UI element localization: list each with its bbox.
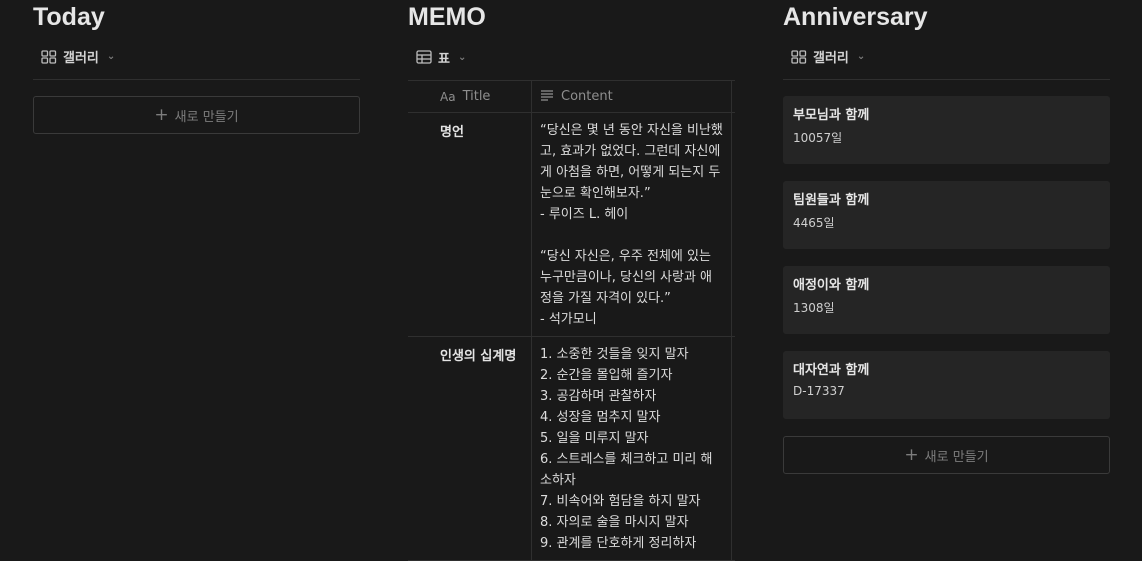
row-content[interactable]: 1. 소중한 것들을 잊지 말자 2. 순간을 몰입해 즐기자 3. 공감하며 … — [531, 337, 732, 560]
today-title[interactable]: Today — [33, 0, 360, 34]
lines-icon — [540, 89, 554, 105]
table-row[interactable]: 인생의 십계명 1. 소중한 것들을 잊지 말자 2. 순간을 몰입해 즐기자 … — [408, 337, 735, 561]
anniversary-view-label: 갤러리 — [813, 51, 849, 66]
chevron-down-icon: ⌄ — [106, 51, 116, 62]
gallery-icon — [791, 49, 807, 64]
column-label: Content — [561, 89, 613, 104]
card-value: D-17337 — [793, 384, 845, 398]
anniversary-viewbar: 갤러리 ⌄ — [783, 34, 1110, 80]
gallery-icon — [41, 49, 57, 64]
anniversary-view-tab[interactable]: 갤러리 ⌄ — [783, 47, 873, 66]
today-viewbar: 갤러리 ⌄ — [33, 34, 360, 80]
memo-view-tab[interactable]: 표 ⌄ — [408, 48, 474, 67]
card-title: 애정이와 함께 — [793, 278, 870, 293]
table-icon — [416, 50, 432, 64]
card-value: 4465일 — [793, 216, 835, 230]
anniversary-new-label: 새로 만들기 — [924, 449, 989, 465]
memo-title[interactable]: MEMO — [408, 0, 735, 34]
gallery-card[interactable]: 팀원들과 함께 4465일 — [783, 181, 1110, 249]
today-view-label: 갤러리 — [63, 51, 99, 66]
row-title[interactable]: 인생의 십계명 — [408, 337, 531, 560]
memo-view-label: 표 — [438, 51, 450, 67]
table-row[interactable]: 명언 “당신은 몇 년 동안 자신을 비난했고, 효과가 없었다. 그런데 자신… — [408, 113, 735, 337]
card-title: 부모님과 함께 — [793, 108, 870, 123]
memo-section: MEMO 표 ⌄ Aa Title Content 명언 “당신은 몇 년 동안… — [408, 0, 735, 561]
card-title: 팀원들과 함께 — [793, 193, 870, 208]
anniversary-new-button[interactable]: + 새로 만들기 — [783, 436, 1110, 474]
today-new-label: 새로 만들기 — [174, 109, 239, 125]
card-value: 10057일 — [793, 131, 843, 145]
gallery-cards: 부모님과 함께 10057일 팀원들과 함께 4465일 애정이와 함께 130… — [783, 96, 1110, 419]
anniversary-section: Anniversary 갤러리 ⌄ 부모님과 함께 10057일 팀원들과 함께… — [783, 0, 1110, 474]
chevron-down-icon: ⌄ — [457, 51, 467, 63]
column-label: Title — [462, 89, 491, 104]
gallery-card[interactable]: 대자연과 함께 D-17337 — [783, 351, 1110, 419]
memo-viewbar: 표 ⌄ — [408, 34, 735, 80]
today-new-button[interactable]: + 새로 만들기 — [33, 96, 360, 134]
today-view-tab[interactable]: 갤러리 ⌄ — [33, 47, 123, 66]
column-header-content[interactable]: Content — [531, 81, 732, 112]
table-header: Aa Title Content — [408, 80, 735, 113]
gallery-card[interactable]: 부모님과 함께 10057일 — [783, 96, 1110, 164]
gallery-card[interactable]: 애정이와 함께 1308일 — [783, 266, 1110, 334]
column-header-title[interactable]: Aa Title — [408, 81, 531, 112]
chevron-down-icon: ⌄ — [856, 51, 866, 62]
plus-icon: + — [904, 444, 919, 465]
row-title[interactable]: 명언 — [408, 113, 531, 336]
plus-icon: + — [154, 104, 169, 125]
memo-table: Aa Title Content 명언 “당신은 몇 년 동안 자신을 비난했고… — [408, 80, 735, 561]
card-title: 대자연과 함께 — [793, 363, 870, 378]
card-value: 1308일 — [793, 301, 835, 315]
anniversary-title[interactable]: Anniversary — [783, 0, 1110, 34]
text-aa-icon: Aa — [440, 89, 456, 104]
today-section: Today 갤러리 ⌄ + 새로 만들기 — [33, 0, 360, 134]
row-content[interactable]: “당신은 몇 년 동안 자신을 비난했고, 효과가 없었다. 그런데 자신에게 … — [531, 113, 732, 336]
